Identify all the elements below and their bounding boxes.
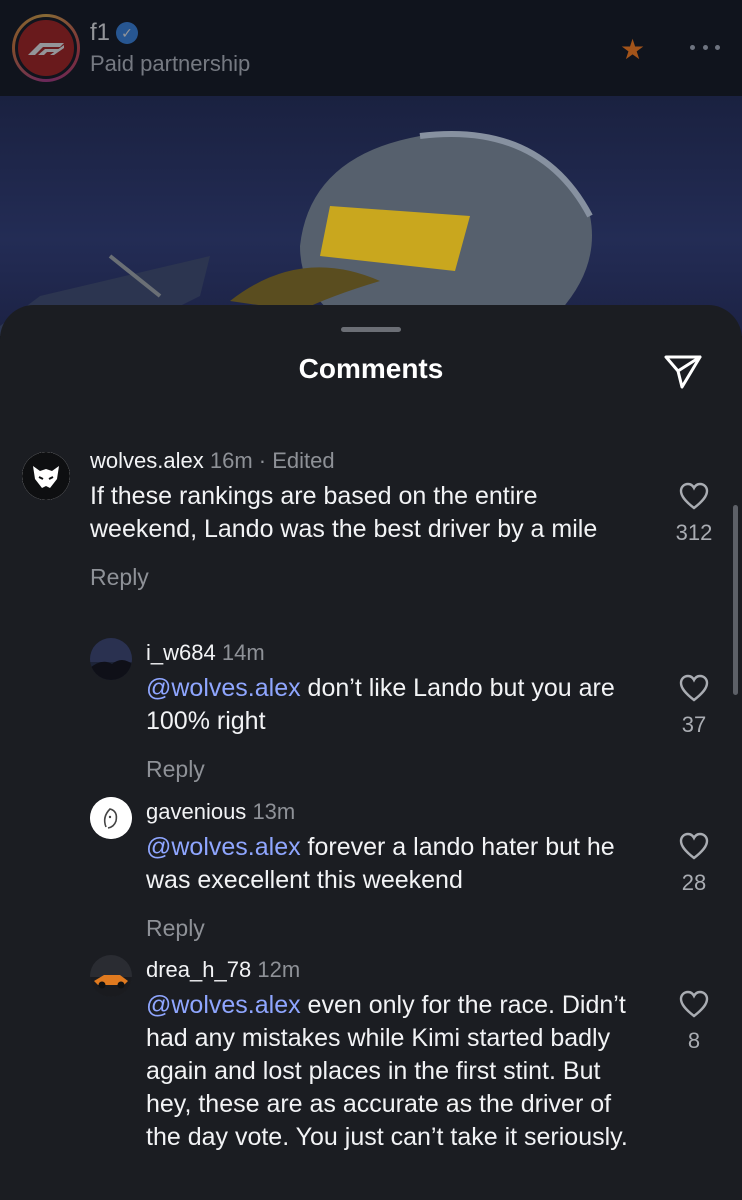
sheet-title: Comments [298, 353, 444, 384]
comment-avatar[interactable] [90, 797, 132, 839]
mention-link[interactable]: @wolves.alex [146, 833, 301, 861]
like-count: 37 [681, 712, 707, 737]
like-count: 312 [675, 520, 713, 545]
reply-button[interactable]: Reply [146, 756, 646, 783]
comment-meta: 16m · Edited [209, 448, 335, 473]
comment-meta: 14m [221, 640, 265, 665]
comment-avatar[interactable] [22, 452, 70, 500]
send-icon[interactable] [662, 351, 704, 391]
comment-username[interactable]: i_w684 [146, 640, 216, 665]
sheet-grabber[interactable] [341, 327, 401, 332]
more-icon[interactable] [690, 40, 720, 54]
comment-username[interactable]: drea_h_78 [146, 957, 251, 982]
post-header: f1 ✓ Paid partnership ★ [0, 0, 742, 96]
comment-avatar[interactable] [90, 955, 132, 997]
night-sky-avatar-icon [90, 638, 132, 680]
comment-meta: 13m [252, 799, 296, 824]
comment-avatar[interactable] [90, 638, 132, 680]
sketch-avatar-icon [90, 797, 132, 839]
race-car-avatar-icon [90, 955, 132, 997]
reply-button[interactable]: Reply [146, 915, 646, 942]
podium-cap-illustration [0, 130, 593, 336]
mention-link[interactable]: @wolves.alex [146, 991, 301, 1019]
comment-text: If these rankings are based on the entir… [90, 482, 598, 543]
scrollbar[interactable] [733, 505, 738, 695]
comment-username[interactable]: wolves.alex [90, 448, 204, 473]
mention-link[interactable]: @wolves.alex [146, 674, 301, 702]
star-icon[interactable]: ★ [620, 36, 648, 64]
account-avatar[interactable] [12, 14, 80, 82]
heart-icon[interactable] [679, 990, 709, 1018]
like-count: 28 [681, 870, 707, 895]
like-count: 8 [687, 1028, 701, 1053]
heart-icon[interactable] [679, 674, 709, 702]
f1-logo-icon [28, 43, 64, 55]
instagram-post-comments: f1 ✓ Paid partnership ★ Comments wolves.… [0, 0, 742, 1200]
account-name[interactable]: f1 [90, 19, 110, 47]
heart-icon[interactable] [679, 482, 709, 510]
comment-meta: 12m [257, 957, 301, 982]
paid-partnership-label[interactable]: Paid partnership [90, 51, 250, 77]
wolf-avatar-icon [22, 452, 70, 500]
reply-button[interactable]: Reply [90, 564, 630, 591]
verified-badge-icon: ✓ [116, 22, 139, 44]
heart-icon[interactable] [679, 832, 709, 860]
comment-username[interactable]: gavenious [146, 799, 246, 824]
post-image [0, 96, 742, 336]
